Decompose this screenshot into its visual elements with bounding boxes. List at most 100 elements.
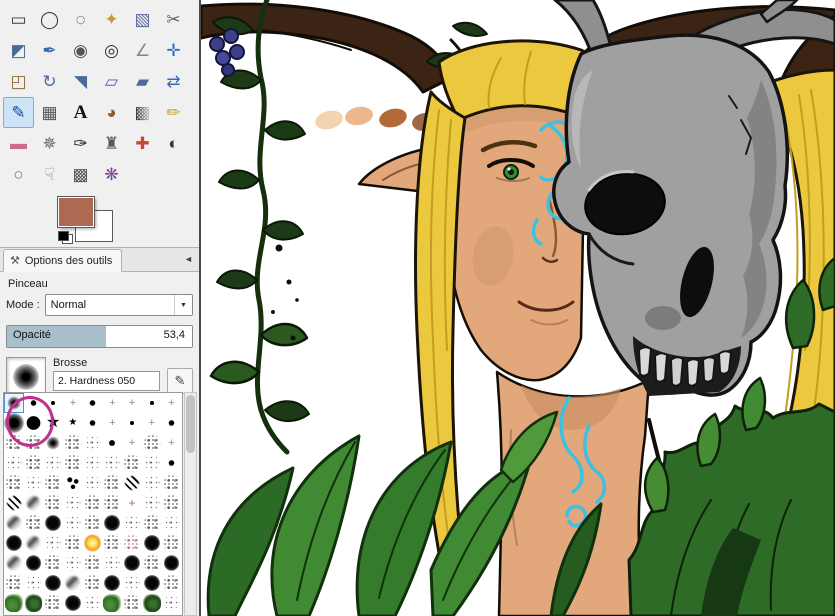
tool-crop-button[interactable]: ◰ (3, 66, 34, 97)
brush-cell-76[interactable] (82, 553, 103, 573)
brush-cell-3[interactable] (63, 393, 83, 413)
brush-cell-41[interactable] (102, 473, 123, 493)
brush-cell-7[interactable] (141, 393, 162, 413)
brush-cell-1[interactable] (23, 393, 44, 413)
brush-cell-97[interactable] (141, 593, 162, 613)
brush-cell-70[interactable] (141, 533, 162, 553)
brush-cell-9[interactable] (4, 413, 24, 433)
brush-cell-84[interactable] (63, 573, 83, 593)
brush-cell-40[interactable] (82, 473, 103, 493)
brush-cell-68[interactable] (102, 533, 123, 553)
brush-cell-35[interactable] (161, 453, 182, 473)
tool-foreground-select-button[interactable]: ◩ (3, 35, 34, 66)
tool-airbrush-button[interactable]: ✵ (34, 128, 65, 159)
brush-cell-96[interactable] (122, 593, 142, 613)
tool-zoom-button[interactable]: ◎ (96, 35, 127, 66)
brush-cell-52[interactable] (141, 493, 162, 513)
brush-cell-74[interactable] (43, 553, 64, 573)
brush-cell-36[interactable] (4, 473, 24, 493)
brush-cell-30[interactable] (63, 453, 83, 473)
brush-cell-79[interactable] (141, 553, 162, 573)
brush-cell-44[interactable] (161, 473, 182, 493)
brush-cell-91[interactable] (23, 593, 44, 613)
brush-cell-82[interactable] (23, 573, 44, 593)
brush-cell-6[interactable] (122, 393, 142, 413)
tool-measure-button[interactable]: ∠ (127, 35, 158, 66)
brush-cell-60[interactable] (122, 513, 142, 533)
tool-dodge-burn-button[interactable]: ◐ (158, 128, 189, 159)
brush-cell-26[interactable] (161, 433, 182, 453)
brush-cell-8[interactable] (161, 393, 182, 413)
brush-cell-55[interactable] (23, 513, 44, 533)
tool-clone-button[interactable]: ♜ (96, 128, 127, 159)
brush-preview[interactable] (6, 357, 46, 397)
brush-cell-94[interactable] (82, 593, 103, 613)
tool-shear-button[interactable]: ▱ (96, 66, 127, 97)
brush-cell-65[interactable] (43, 533, 64, 553)
brush-cell-81[interactable] (4, 573, 24, 593)
brush-cell-5[interactable] (102, 393, 123, 413)
brush-cell-49[interactable] (82, 493, 103, 513)
brush-cell-12[interactable] (63, 413, 83, 433)
tool-rotate-button[interactable]: ↻ (34, 66, 65, 97)
tool-scissors-select-button[interactable]: ✂ (158, 4, 189, 35)
tool-blur-sharpen-button[interactable]: ○ (3, 159, 34, 190)
brush-cell-51[interactable] (122, 493, 142, 513)
brush-cell-25[interactable] (141, 433, 162, 453)
brush-cell-0[interactable] (4, 393, 24, 413)
brush-cell-13[interactable] (82, 413, 103, 433)
brush-cell-4[interactable] (82, 393, 103, 413)
brush-cell-27[interactable] (4, 453, 24, 473)
brush-cell-66[interactable] (63, 533, 83, 553)
dock-collapse-button[interactable]: ◄ (181, 252, 196, 267)
brush-cell-56[interactable] (43, 513, 64, 533)
brush-cell-33[interactable] (122, 453, 142, 473)
brush-cell-23[interactable] (102, 433, 123, 453)
brush-cell-54[interactable] (4, 513, 24, 533)
brush-cell-17[interactable] (161, 413, 182, 433)
brush-cell-28[interactable] (23, 453, 44, 473)
brush-cell-39[interactable] (63, 473, 83, 493)
brush-cell-21[interactable] (63, 433, 83, 453)
scrollbar-thumb[interactable] (186, 395, 195, 453)
mode-dropdown[interactable]: Normal ▼ (44, 294, 193, 316)
tool-text-button[interactable]: A (65, 97, 96, 128)
tool-paths-button[interactable]: ✒ (34, 35, 65, 66)
brush-cell-38[interactable] (43, 473, 64, 493)
tool-align-button[interactable]: ▦ (34, 97, 65, 128)
tool-select-by-color-button[interactable]: ▧ (127, 4, 158, 35)
brush-cell-37[interactable] (23, 473, 44, 493)
brush-cell-15[interactable] (122, 413, 142, 433)
brush-cell-50[interactable] (102, 493, 123, 513)
opacity-slider[interactable]: Opacité 53,4 (6, 325, 193, 348)
brush-cell-48[interactable] (63, 493, 83, 513)
brush-cell-73[interactable] (23, 553, 44, 573)
brush-cell-98[interactable] (161, 593, 182, 613)
brush-cell-45[interactable] (4, 493, 24, 513)
brush-cell-11[interactable] (43, 413, 64, 433)
tool-gradient-button[interactable]: ▩ (127, 97, 158, 128)
brush-cell-72[interactable] (4, 553, 24, 573)
brush-cell-34[interactable] (141, 453, 162, 473)
foreground-color-swatch[interactable] (57, 196, 95, 228)
brush-cell-78[interactable] (122, 553, 142, 573)
brush-cell-92[interactable] (43, 593, 64, 613)
brush-cell-80[interactable] (161, 553, 182, 573)
brush-cell-77[interactable] (102, 553, 123, 573)
tool-move-button[interactable]: ✛ (158, 35, 189, 66)
brush-cell-83[interactable] (43, 573, 64, 593)
default-colors-icon[interactable] (58, 231, 73, 244)
brush-cell-63[interactable] (4, 533, 24, 553)
brush-cell-14[interactable] (102, 413, 123, 433)
tool-scale-button[interactable]: ◥ (65, 66, 96, 97)
tab-tool-options[interactable]: ⚒ Options des outils (3, 249, 123, 272)
brush-cell-10[interactable] (23, 413, 44, 433)
brush-cell-18[interactable] (4, 433, 24, 453)
tool-eraser-button[interactable]: ▬ (3, 128, 34, 159)
tool-color-picker-button[interactable]: ◉ (65, 35, 96, 66)
image-canvas[interactable] (201, 0, 835, 616)
brush-cell-64[interactable] (23, 533, 44, 553)
brush-cell-75[interactable] (63, 553, 83, 573)
brush-cell-90[interactable] (4, 593, 24, 613)
brush-cell-42[interactable] (122, 473, 142, 493)
